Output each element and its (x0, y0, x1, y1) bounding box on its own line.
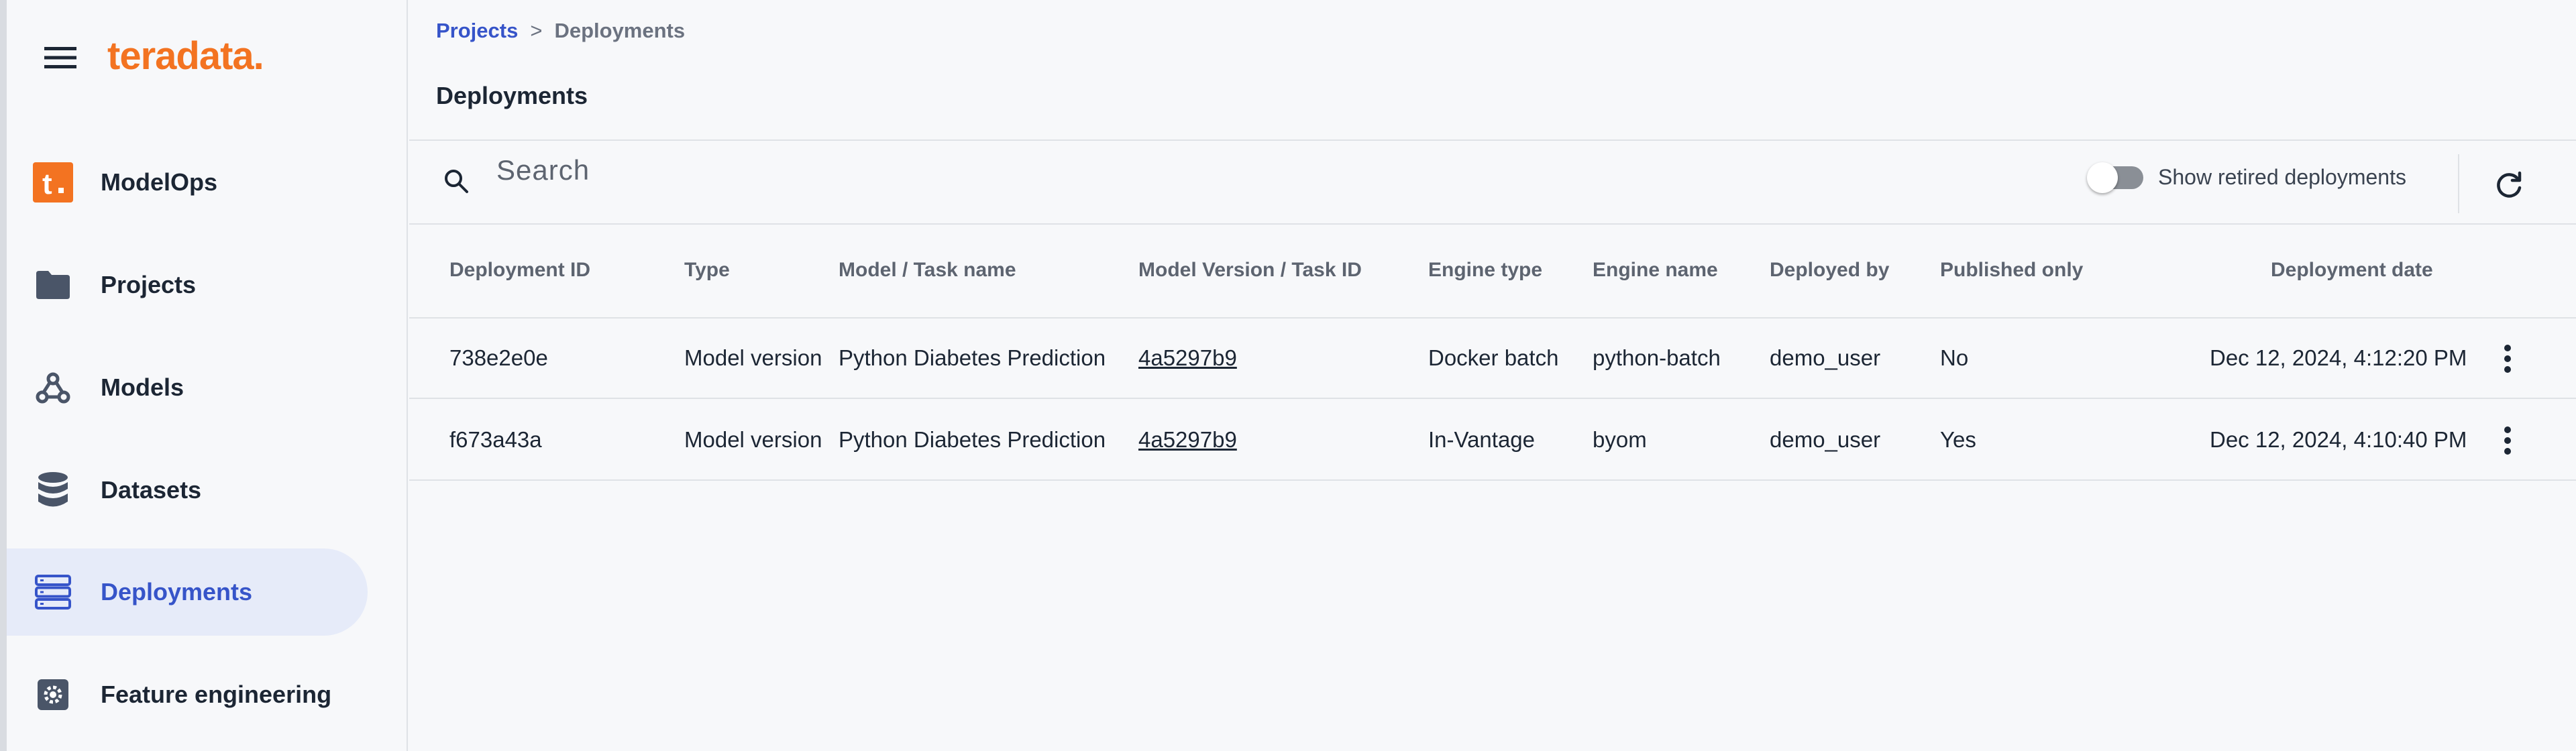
breadcrumb-current: Deployments (554, 19, 686, 42)
cell-engine-name: python-batch (1593, 345, 1721, 370)
column-header[interactable]: Type (684, 259, 730, 282)
row-actions-button[interactable] (2487, 420, 2528, 461)
sidebar-item-label: Projects (101, 271, 197, 298)
column-header[interactable]: Engine name (1593, 259, 1718, 282)
teradata-logo[interactable]: teradata. (107, 34, 264, 78)
menu-icon[interactable] (35, 38, 86, 78)
cell-type: Model version (684, 427, 822, 452)
divider (409, 139, 2576, 141)
teradata-t-icon: t (32, 162, 74, 203)
column-header[interactable]: Deployment ID (449, 259, 590, 282)
svg-text:t: t (42, 168, 52, 200)
more-vert-icon (2503, 426, 2512, 455)
toolbar-separator (2458, 154, 2459, 213)
cell-published-only: Yes (1940, 427, 1976, 452)
column-header[interactable]: Deployment date (2271, 259, 2433, 282)
cell-model-name: Python Diabetes Prediction (839, 427, 1106, 452)
search-input[interactable] (496, 152, 1100, 189)
cell-deployment-date: Dec 12, 2024, 4:12:20 PM (2210, 345, 2467, 370)
webhook-icon (32, 367, 74, 408)
breadcrumb: Projects > Deployments (436, 19, 685, 43)
cell-deployed-by: demo_user (1770, 345, 1881, 370)
refresh-button[interactable] (2487, 164, 2530, 207)
folder-icon (32, 264, 74, 306)
window-edge (0, 0, 7, 751)
sidebar-item-projects[interactable]: Projects (7, 241, 368, 329)
show-retired-toggle[interactable]: Show retired deployments (2087, 162, 2406, 193)
column-header[interactable]: Model / Task name (839, 259, 1016, 282)
column-header[interactable]: Engine type (1428, 259, 1542, 282)
table-row[interactable]: 738e2e0e Model version Python Diabetes P… (409, 319, 2576, 399)
breadcrumb-separator: > (530, 19, 543, 42)
dns-icon (32, 571, 74, 613)
sidebar-item-feature-engineering[interactable]: Feature engineering (7, 651, 368, 738)
cell-model-version-link[interactable]: 4a5297b9 (1138, 345, 1237, 371)
toggle-label: Show retired deployments (2158, 165, 2406, 189)
toggle-knob (2087, 162, 2118, 193)
divider (409, 223, 2576, 225)
cell-engine-name: byom (1593, 427, 1647, 452)
more-vert-icon (2503, 344, 2512, 373)
page-title: Deployments (436, 82, 588, 109)
cell-deployment-id: f673a43a (449, 427, 542, 452)
sidebar-item-label: Deployments (101, 578, 253, 605)
sidebar-item-label: Feature engineering (101, 681, 332, 708)
sidebar: teradata. t ModelOps Projects Models Dat… (7, 0, 408, 751)
search-icon (443, 168, 470, 194)
refresh-icon (2493, 169, 2525, 201)
cell-deployed-by: demo_user (1770, 427, 1881, 452)
breadcrumb-link-projects[interactable]: Projects (436, 19, 518, 43)
column-header[interactable]: Deployed by (1770, 259, 1889, 282)
cell-published-only: No (1940, 345, 1969, 370)
table-row[interactable]: f673a43a Model version Python Diabetes P… (409, 400, 2576, 481)
cell-type: Model version (684, 345, 822, 370)
main-content: Projects > Deployments Deployments Show … (409, 0, 2576, 751)
sidebar-item-deployments[interactable]: Deployments (7, 548, 368, 636)
cell-model-version-link[interactable]: 4a5297b9 (1138, 427, 1237, 453)
row-actions-button[interactable] (2487, 339, 2528, 379)
sidebar-item-modelops[interactable]: t ModelOps (7, 139, 368, 226)
column-header[interactable]: Model Version / Task ID (1138, 259, 1362, 282)
column-header[interactable]: Published only (1940, 259, 2083, 282)
settings-icon (32, 674, 74, 715)
sidebar-item-models[interactable]: Models (7, 344, 368, 431)
cell-model-name: Python Diabetes Prediction (839, 345, 1106, 370)
sidebar-item-label: Datasets (101, 476, 202, 504)
sidebar-item-label: ModelOps (101, 168, 218, 196)
cell-deployment-id: 738e2e0e (449, 345, 548, 370)
cell-engine-type: In-Vantage (1428, 427, 1536, 452)
sidebar-item-label: Models (101, 373, 184, 401)
search-bar (443, 152, 1100, 194)
cell-deployment-date: Dec 12, 2024, 4:10:40 PM (2210, 427, 2467, 452)
toggle-switch[interactable] (2087, 162, 2143, 193)
sidebar-item-datasets[interactable]: Datasets (7, 447, 368, 534)
database-icon (32, 469, 74, 511)
cell-engine-type: Docker batch (1428, 345, 1559, 370)
